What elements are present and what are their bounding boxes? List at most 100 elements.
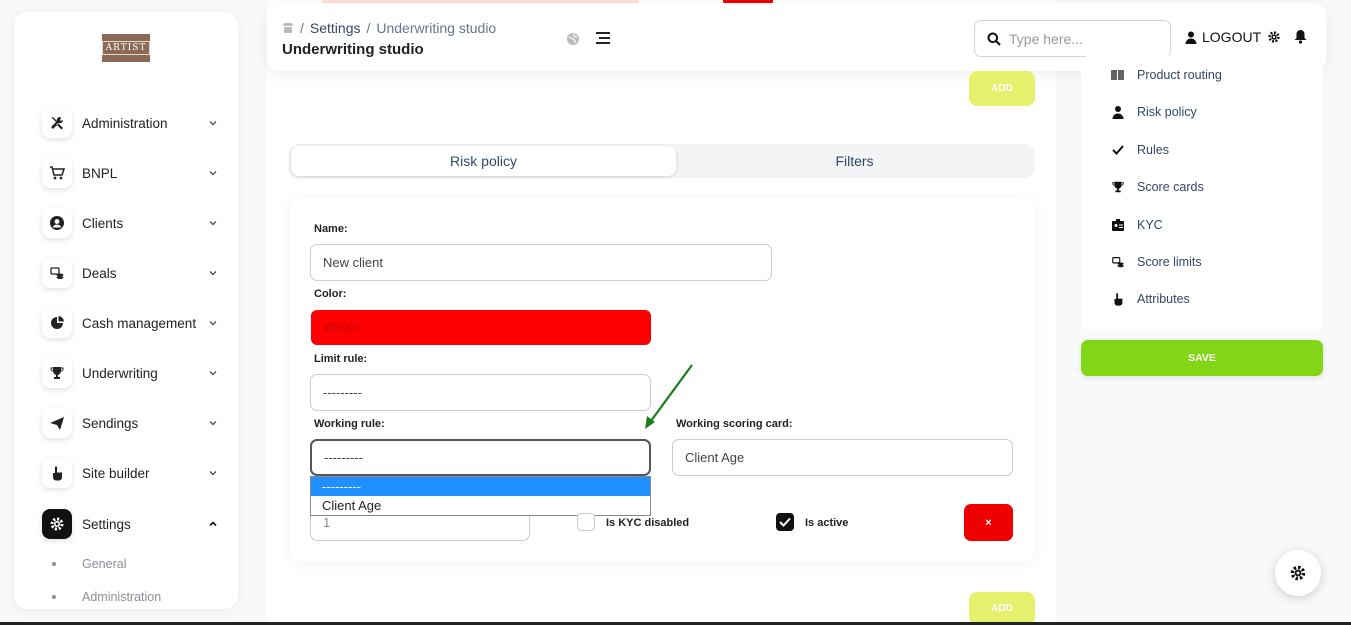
sidebar-item-label: Sendings [82,415,139,431]
paper-plane-icon [42,408,72,438]
sidebar-item-label: Clients [82,215,124,231]
right-nav-label: Attributes [1137,292,1190,306]
right-nav-panel: Product routing Risk policy Rules Score … [1081,55,1323,331]
search-input[interactable] [1009,30,1159,47]
user-icon [1112,106,1124,119]
right-nav-label: Risk policy [1137,105,1197,119]
right-nav-label: Rules [1137,143,1169,157]
gear-icon [1290,565,1306,581]
logout-label: LOGOUT [1202,29,1262,45]
right-nav-score-limits[interactable]: Score limits [1111,255,1202,269]
artist-logo[interactable]: ARTIST [101,34,151,62]
right-nav-kyc[interactable]: KYC [1111,218,1163,232]
trophy-icon [1112,181,1124,193]
user-circle-icon [42,208,72,238]
user-icon [1185,31,1197,44]
breadcrumb-separator: / [300,20,304,36]
search-box[interactable] [974,20,1171,57]
right-nav-score-cards[interactable]: Score cards [1111,180,1204,194]
sidebar-item-underwriting[interactable]: Underwriting [42,358,218,388]
dropdown-option[interactable]: Client Age [311,496,650,515]
sidebar-item-deals[interactable]: Deals [42,258,218,288]
right-nav-label: Score limits [1137,255,1202,269]
barcode-icon [1111,70,1124,80]
working-rule-select[interactable]: --------- [310,439,651,476]
chevron-down-icon [209,271,217,276]
is-active-label: Is active [805,517,849,529]
right-nav-label: KYC [1137,218,1163,232]
chevron-down-icon [209,221,217,226]
sidebar-subitem-administration[interactable]: Administration [52,590,161,604]
bell-icon[interactable] [1294,29,1307,44]
right-nav-risk-policy[interactable]: Risk policy [1111,105,1197,119]
right-nav-label: Product routing [1137,68,1222,82]
bullet-icon [52,562,56,566]
working-rule-label: Working rule: [314,418,385,430]
color-field[interactable]: #ff0000 [311,310,651,345]
sidebar-item-label: BNPL [82,165,118,181]
dropdown-option[interactable]: --------- [311,477,650,496]
is-active-checkbox[interactable] [776,513,794,531]
color-label: Color: [314,288,347,300]
sidebar-item-label: Deals [82,265,117,281]
logout-button[interactable]: LOGOUT [1185,29,1261,45]
save-button[interactable]: SAVE [1081,340,1323,376]
annotation-arrow-icon [645,364,693,429]
delete-button[interactable]: × [964,504,1013,541]
name-field[interactable]: New client [310,244,772,281]
gear-icon [42,509,72,539]
sidebar-item-site-builder[interactable]: Site builder [42,458,218,488]
search-icon [987,32,1001,46]
shop-icon[interactable] [282,22,294,34]
sidebar-item-settings[interactable]: Settings [42,509,218,539]
right-nav-label: Score cards [1137,180,1204,194]
sidebar: ARTIST Administration BNPL Clients Deals… [14,12,238,609]
breadcrumb: / Settings / Underwriting studio [282,20,496,36]
settings-gear-icon[interactable] [1267,30,1281,44]
kyc-disabled-label: Is KYC disabled [606,517,690,529]
kyc-disabled-checkbox[interactable] [577,513,595,531]
checkmark-icon [779,517,791,527]
sidebar-item-cash-management[interactable]: Cash management [42,308,218,338]
sidebar-item-label: Cash management [82,315,197,331]
sidebar-subitem-label: Administration [82,590,162,604]
limit-rule-select[interactable]: --------- [310,374,651,411]
add-button[interactable]: ADD [969,592,1035,625]
check-icon [1112,145,1124,155]
hand-pointer-icon [42,458,72,488]
pie-chart-icon [42,308,72,338]
sidebar-item-administration[interactable]: Administration [42,108,218,138]
tab-risk-policy[interactable]: Risk policy [291,146,676,176]
sidebar-subitem-general[interactable]: General [52,557,126,571]
page-title: Underwriting studio [282,41,424,58]
sidebar-item-label: Settings [82,516,131,532]
trophy-icon [42,358,72,388]
breadcrumb-settings[interactable]: Settings [310,20,361,36]
working-scoring-card-select[interactable]: Client Age [672,439,1013,476]
cart-icon [42,158,72,188]
breadcrumb-current: Underwriting studio [376,20,497,36]
id-card-icon [1112,219,1124,231]
sidebar-item-bnpl[interactable]: BNPL [42,158,218,188]
sidebar-item-clients[interactable]: Clients [42,208,218,238]
sidebar-item-label: Site builder [82,465,150,481]
limit-rule-label: Limit rule: [314,353,368,365]
bullet-icon [52,595,56,599]
right-nav-attributes[interactable]: Attributes [1111,292,1190,306]
right-nav-rules[interactable]: Rules [1111,143,1169,157]
tab-filters[interactable]: Filters [676,146,1033,176]
breadcrumb-separator: / [366,20,371,36]
globe-icon[interactable] [566,32,580,46]
chevron-up-icon [209,521,217,527]
chevron-down-icon [209,421,217,426]
add-button[interactable]: ADD [969,71,1035,106]
right-nav-product-routing[interactable]: Product routing [1111,68,1222,82]
working-rule-dropdown: --------- Client Age [310,476,651,516]
sidebar-item-label: Underwriting [82,365,158,381]
hand-pointer-icon [1114,293,1123,306]
name-label: Name: [314,223,348,235]
menu-toggle-icon[interactable] [595,31,611,45]
sidebar-item-sendings[interactable]: Sendings [42,408,218,438]
sidebar-subitem-label: General [82,557,127,571]
configurator-button[interactable] [1275,550,1321,596]
